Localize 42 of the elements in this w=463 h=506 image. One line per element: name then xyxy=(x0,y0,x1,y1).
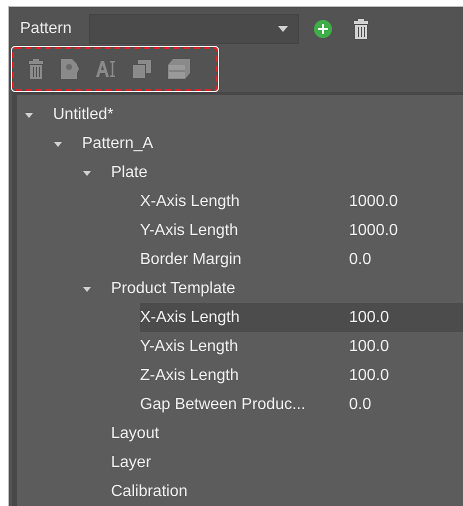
property-value: 100.0 xyxy=(349,308,390,328)
caret-icon xyxy=(278,26,288,32)
node-label: Calibration xyxy=(111,482,188,502)
node-label: Layout xyxy=(111,424,160,444)
node-label: Pattern_A xyxy=(82,134,154,154)
tree-row[interactable]: Product Template xyxy=(17,274,463,303)
tree-row[interactable]: Layer xyxy=(17,448,463,477)
node-label: Z-Axis Length xyxy=(140,366,240,386)
tree-row[interactable]: Plate xyxy=(17,158,463,187)
add-icon[interactable] xyxy=(314,20,332,38)
tree-row[interactable]: Z-Axis Length 100.0 xyxy=(17,361,463,390)
node-label: Untitled* xyxy=(53,104,114,124)
delete-icon[interactable] xyxy=(353,18,369,39)
tree-row[interactable]: Pattern_A xyxy=(17,129,463,158)
node-label: Layer xyxy=(111,452,152,472)
node-label: Plate xyxy=(111,162,148,182)
expanded-arrow-icon[interactable] xyxy=(54,140,62,148)
property-value: 1000.0 xyxy=(349,220,398,240)
pattern-label: Pattern xyxy=(20,18,73,39)
tree-row[interactable]: Border Margin 0.0 xyxy=(17,245,463,274)
expanded-arrow-icon[interactable] xyxy=(83,168,91,176)
tree-row[interactable]: Gap Between Produc... 0.0 xyxy=(17,390,463,419)
node-label: Product Template xyxy=(111,278,236,298)
property-value: 1000.0 xyxy=(349,192,398,212)
node-label: Y-Axis Length xyxy=(140,220,240,240)
tree-row[interactable]: X-Axis Length 1000.0 xyxy=(17,187,463,216)
tree-row[interactable]: Untitled* xyxy=(17,100,463,129)
node-label: Y-Axis Length xyxy=(140,336,240,356)
tree-row[interactable]: Y-Axis Length 1000.0 xyxy=(17,216,463,245)
tree-row[interactable]: Calibration xyxy=(17,477,463,506)
node-label: Gap Between Produc... xyxy=(140,394,306,414)
expanded-arrow-icon[interactable] xyxy=(83,284,91,292)
expanded-arrow-icon[interactable] xyxy=(25,110,33,118)
property-value: 100.0 xyxy=(349,336,390,356)
node-label: X-Axis Length xyxy=(140,192,241,212)
node-label: X-Axis Length xyxy=(140,308,241,328)
tree-row[interactable]: Layout xyxy=(17,419,463,448)
tree-row[interactable]: Y-Axis Length 100.0 xyxy=(17,332,463,361)
node-label: Border Margin xyxy=(140,250,242,270)
property-value: 0.0 xyxy=(349,394,372,414)
property-value: 100.0 xyxy=(349,366,390,386)
property-value: 0.0 xyxy=(349,250,372,270)
